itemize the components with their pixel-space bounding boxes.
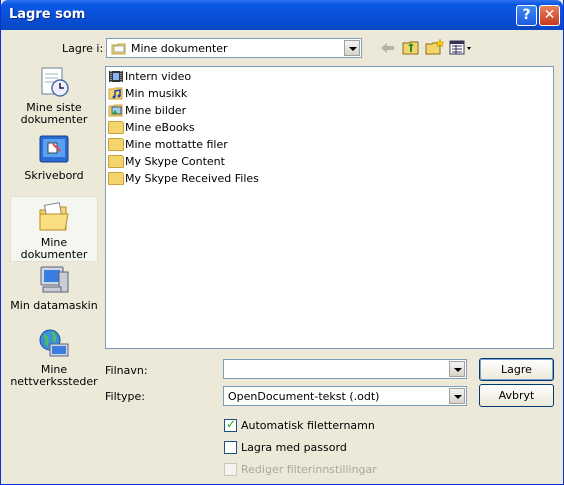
filename-label: Filnavn:: [105, 364, 148, 377]
auto-extension-checkbox[interactable]: ✓: [224, 417, 237, 432]
network-places-icon: [38, 328, 70, 360]
dialog-title: Lagre som: [9, 7, 86, 22]
place-recent-documents[interactable]: Mine siste dokumenter: [10, 66, 98, 132]
save-in-label: Lagre i:: [62, 42, 104, 55]
filetype-label: Filtype:: [105, 390, 145, 403]
chevron-down-icon[interactable]: [344, 40, 360, 56]
edit-filter-settings-label: Rediger filterinnstillingar: [241, 463, 377, 476]
file-name: Intern video: [125, 70, 192, 83]
save-in-value: Mine dokumenter: [131, 42, 228, 55]
music-folder-icon: [108, 87, 124, 100]
file-name: Mine eBooks: [125, 121, 195, 134]
place-label-line2: nettverkssteder: [10, 375, 98, 388]
back-arrow-icon[interactable]: [379, 40, 397, 56]
place-label-line2: dokumenter: [20, 248, 88, 261]
save-button[interactable]: Lagre: [479, 358, 554, 381]
edit-filter-settings-checkbox: [224, 463, 237, 476]
folder-icon: [111, 42, 127, 55]
file-name: Min musikk: [125, 87, 188, 100]
checkmark-icon: ✓: [226, 417, 237, 431]
place-network[interactable]: Mine nettverkssteder: [10, 328, 98, 394]
file-name: Mine mottatte filer: [125, 138, 228, 151]
save-in-dropdown[interactable]: Mine dokumenter: [106, 38, 362, 58]
view-menu-icon[interactable]: [449, 40, 473, 56]
save-with-password-label: Lagra med passord: [241, 441, 347, 454]
video-folder-icon: [108, 70, 124, 83]
my-computer-icon: [38, 264, 70, 296]
filetype-dropdown[interactable]: OpenDocument-tekst (.odt): [223, 386, 467, 406]
place-label-line2: dokumenter: [20, 113, 88, 126]
cancel-button[interactable]: Avbryt: [479, 384, 554, 407]
chevron-down-icon[interactable]: [449, 388, 465, 404]
place-label-line1: Min datamaskin: [10, 299, 98, 312]
file-name: My Skype Content: [125, 155, 225, 168]
place-label-line1: Skrivebord: [24, 169, 84, 182]
filename-combo[interactable]: [223, 359, 467, 379]
new-folder-icon[interactable]: [425, 38, 445, 56]
up-folder-icon[interactable]: [402, 39, 420, 56]
file-name: Mine bilder: [125, 104, 187, 117]
place-my-documents[interactable]: Mine dokumenter: [10, 196, 98, 262]
file-list[interactable]: Intern video Min musikk Mine bilder Mine…: [105, 66, 554, 349]
save-with-password-checkbox[interactable]: [224, 441, 237, 454]
recent-documents-icon: [38, 66, 70, 98]
pictures-folder-icon: [108, 104, 124, 117]
title-bar[interactable]: Lagre som ? ✕: [1, 0, 563, 30]
chevron-down-icon[interactable]: [449, 361, 465, 377]
filetype-value: OpenDocument-tekst (.odt): [228, 390, 380, 403]
close-button[interactable]: ✕: [539, 5, 560, 26]
place-my-computer[interactable]: Min datamaskin: [10, 264, 98, 316]
file-name: My Skype Received Files: [125, 172, 259, 185]
save-as-dialog: Lagre som ? ✕ Lagre i: Mine dokumenter M…: [0, 0, 564, 485]
my-documents-icon: [38, 201, 70, 233]
places-bar: Mine siste dokumenter Skrivebord Mine do…: [10, 62, 98, 462]
desktop-icon: [38, 134, 70, 166]
folder-icon: [108, 155, 124, 168]
place-desktop[interactable]: Skrivebord: [10, 134, 98, 186]
folder-icon: [108, 172, 124, 185]
auto-extension-label: Automatisk filetternamn: [241, 419, 375, 432]
folder-icon: [108, 138, 124, 151]
help-button[interactable]: ?: [516, 5, 537, 26]
folder-icon: [108, 121, 124, 134]
